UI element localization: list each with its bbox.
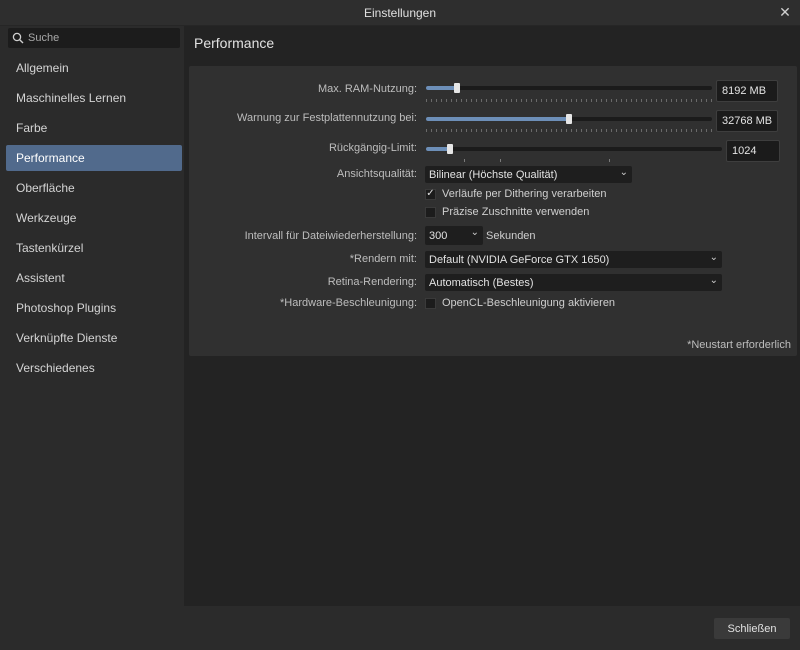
disk-warning-slider[interactable]	[426, 113, 712, 125]
render-with-label: *Rendern mit:	[349, 253, 417, 265]
search-icon	[12, 32, 24, 44]
settings-panel: Max. RAM-Nutzung: 8192 MB Warnung zur Fe…	[189, 66, 797, 356]
retina-dropdown[interactable]: Automatisch (Bestes) ⌄	[425, 274, 722, 291]
ram-label: Max. RAM-Nutzung:	[317, 83, 417, 95]
disk-warning-label: Warnung zur Festplattennutzung bei:	[237, 112, 417, 124]
hw-accel-option[interactable]: OpenCL-Beschleunigung aktivieren	[425, 297, 615, 309]
ram-slider-thumb[interactable]	[454, 83, 461, 93]
restart-note: *Neustart erforderlich	[687, 339, 791, 351]
disk-warning-slider-thumb[interactable]	[566, 114, 572, 124]
undo-limit-value-field[interactable]: 1024	[726, 140, 780, 162]
sidebar-item-maschinelles-lernen[interactable]: Maschinelles Lernen	[6, 85, 182, 111]
sidebar-item-photoshop-plugins[interactable]: Photoshop Plugins	[6, 295, 182, 321]
undo-limit-label: Rückgängig-Limit:	[328, 142, 417, 154]
sidebar-item-oberflaeche[interactable]: Oberfläche	[6, 175, 182, 201]
disk-warning-slider-ticks	[426, 129, 712, 132]
view-quality-value: Bilinear (Höchste Qualität)	[429, 168, 558, 181]
sidebar-item-performance[interactable]: Performance	[6, 145, 182, 171]
precise-clipping-checkbox[interactable]	[425, 206, 436, 218]
ram-value-field[interactable]: 8192 MB	[716, 80, 778, 102]
dithering-label: Verläufe per Dithering verarbeiten	[442, 188, 607, 200]
sidebar-item-verknuepfte-dienste[interactable]: Verknüpfte Dienste	[6, 325, 182, 351]
sidebar-item-tastenkuerzel[interactable]: Tastenkürzel	[6, 235, 182, 261]
search-box[interactable]	[8, 28, 180, 48]
sidebar-item-allgemein[interactable]: Allgemein	[6, 55, 182, 81]
title-bar: Einstellungen ✕	[0, 0, 800, 26]
recovery-interval-value: 300	[429, 229, 448, 242]
hw-accel-checkbox[interactable]	[425, 297, 436, 309]
precise-clipping-option[interactable]: Präzise Zuschnitte verwenden	[425, 206, 589, 218]
undo-limit-slider[interactable]	[426, 143, 722, 155]
view-quality-dropdown[interactable]: Bilinear (Höchste Qualität) ⌄	[425, 166, 632, 183]
view-quality-label: Ansichtsqualität:	[336, 168, 417, 180]
search-input[interactable]	[28, 32, 168, 44]
undo-limit-tick	[500, 159, 501, 162]
chevron-down-icon: ⌄	[619, 167, 628, 178]
sidebar-item-verschiedenes[interactable]: Verschiedenes	[6, 355, 182, 381]
hw-accel-label: *Hardware-Beschleunigung:	[280, 297, 417, 309]
ram-slider-ticks	[426, 99, 712, 102]
chevron-down-icon: ⌄	[709, 275, 718, 286]
render-with-value: Default (NVIDIA GeForce GTX 1650)	[429, 253, 610, 266]
close-icon[interactable]: ✕	[776, 3, 794, 21]
undo-limit-slider-thumb[interactable]	[446, 144, 453, 154]
sidebar-item-werkzeuge[interactable]: Werkzeuge	[6, 205, 182, 231]
dithering-option[interactable]: ✓ Verläufe per Dithering verarbeiten	[425, 188, 606, 200]
render-with-dropdown[interactable]: Default (NVIDIA GeForce GTX 1650) ⌄	[425, 251, 722, 268]
footer: Schließen	[184, 606, 800, 650]
sidebar-item-farbe[interactable]: Farbe	[6, 115, 182, 141]
retina-label: Retina-Rendering:	[327, 276, 417, 288]
undo-limit-tick	[609, 159, 610, 162]
retina-value: Automatisch (Bestes)	[429, 276, 534, 289]
undo-limit-tick	[464, 159, 465, 162]
dithering-checkbox[interactable]: ✓	[425, 188, 436, 200]
recovery-interval-unit: Sekunden	[486, 230, 536, 242]
sidebar-nav: Allgemein Maschinelles Lernen Farbe Perf…	[6, 55, 182, 385]
page-title: Performance	[194, 35, 275, 51]
ram-slider[interactable]	[426, 82, 712, 94]
hw-accel-option-label: OpenCL-Beschleunigung aktivieren	[442, 297, 616, 309]
recovery-interval-label: Intervall für Dateiwiederherstellung:	[244, 230, 417, 242]
disk-warning-value-field[interactable]: 32768 MB	[716, 110, 778, 132]
chevron-down-icon: ⌄	[470, 227, 479, 238]
sidebar-item-assistent[interactable]: Assistent	[6, 265, 182, 291]
window-title: Einstellungen	[363, 5, 437, 20]
settings-content: Performance Max. RAM-Nutzung: 8192 MB Wa…	[184, 26, 800, 606]
recovery-interval-dropdown[interactable]: 300 ⌄	[425, 226, 483, 245]
chevron-down-icon: ⌄	[709, 252, 718, 263]
close-button[interactable]: Schließen	[714, 618, 790, 639]
precise-clipping-label: Präzise Zuschnitte verwenden	[442, 206, 590, 218]
sidebar: Allgemein Maschinelles Lernen Farbe Perf…	[0, 26, 184, 650]
